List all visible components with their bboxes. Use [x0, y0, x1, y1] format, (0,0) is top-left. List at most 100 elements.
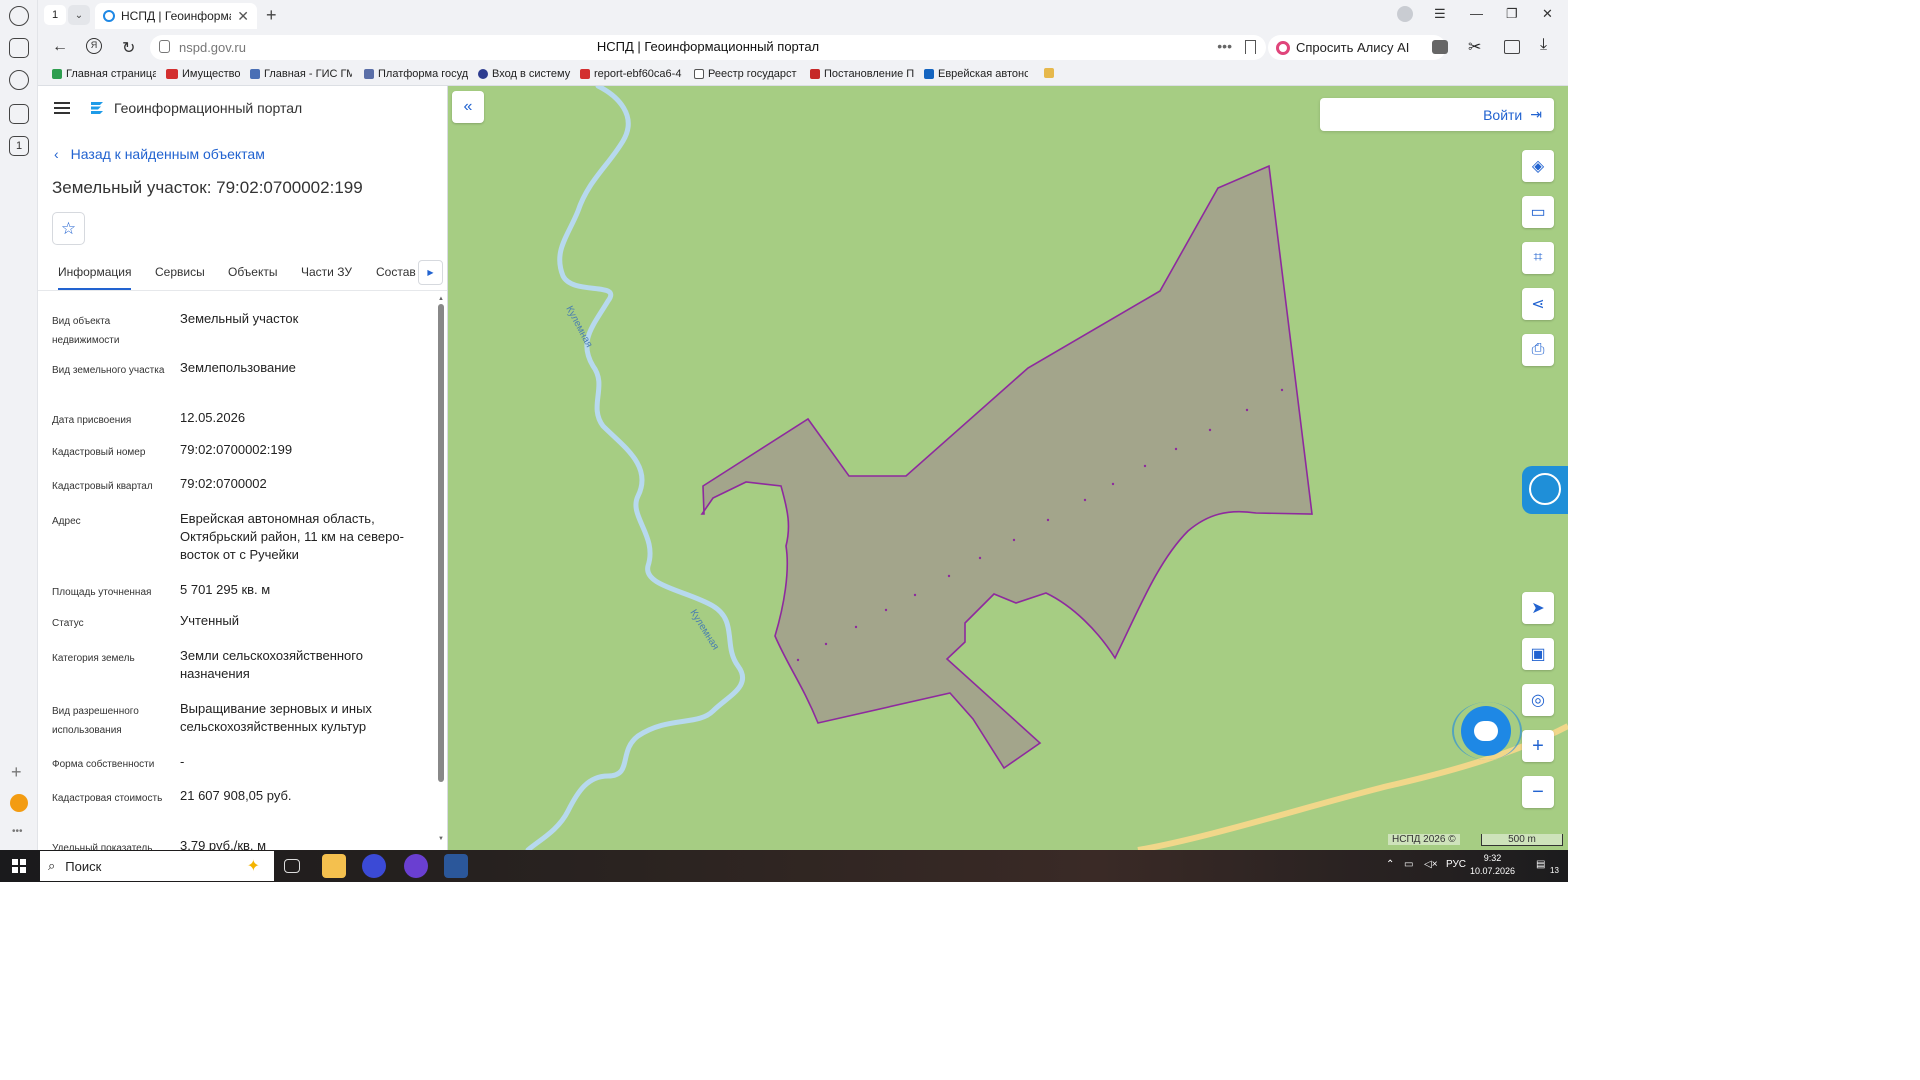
help-button[interactable]: [1522, 466, 1568, 514]
measure-button[interactable]: ▭: [1522, 196, 1554, 228]
login-icon: ⇥: [1530, 106, 1542, 122]
bookmarks-bar: Главная страница Имущество Главная - ГИС…: [38, 64, 1568, 86]
reading-list-icon[interactable]: [1504, 40, 1520, 54]
area-search-button[interactable]: ⌗: [1522, 242, 1554, 274]
ruler-icon: ▭: [1530, 204, 1546, 221]
tab-parts[interactable]: Части ЗУ: [301, 265, 352, 288]
geolocation-button[interactable]: ➤: [1522, 592, 1554, 624]
language-indicator[interactable]: РУС: [1446, 859, 1466, 870]
favorite-button[interactable]: ☆: [52, 212, 85, 245]
browser-sidebar: 1 + •••: [0, 0, 38, 850]
tab-composition[interactable]: Состав: [376, 265, 416, 288]
collections-icon[interactable]: [9, 38, 29, 58]
bookmark-item[interactable]: report-ebf60ca6-4: [580, 68, 684, 80]
tabs-divider: [38, 290, 447, 291]
coordinate-search-button[interactable]: ◎: [1522, 684, 1554, 716]
url-field[interactable]: nspd.gov.ru НСПД | Геоинформационный пор…: [150, 35, 1266, 60]
minimap-button[interactable]: ▣: [1522, 638, 1554, 670]
more-icon[interactable]: •••: [1217, 38, 1232, 54]
bookmark-item[interactable]: Еврейская автонс: [924, 68, 1028, 80]
hamburger-menu-icon[interactable]: [54, 102, 70, 114]
search-label: Поиск: [65, 858, 102, 874]
download-icon[interactable]: ⤓: [1540, 36, 1556, 53]
scroll-up-icon[interactable]: ▲: [438, 296, 444, 302]
chevron-down-icon[interactable]: ⌄: [68, 5, 90, 25]
file-explorer-icon[interactable]: [322, 854, 346, 878]
collapse-panel-button[interactable]: «: [452, 91, 484, 123]
notification-count: 13: [1550, 866, 1559, 875]
tab-info[interactable]: Информация: [58, 265, 132, 290]
tab-services[interactable]: Сервисы: [155, 265, 205, 288]
bookmark-item[interactable]: Постановление П: [810, 68, 914, 80]
bookmark-item[interactable]: Имущество: [166, 68, 244, 80]
close-window-icon[interactable]: ✕: [1542, 6, 1553, 22]
screenshot-icon[interactable]: [9, 104, 29, 124]
chat-icon: [1461, 706, 1511, 756]
login-button[interactable]: Войти ⇥: [1483, 106, 1542, 123]
land-parcel: [700, 164, 1313, 770]
star-icon: ☆: [60, 218, 77, 238]
login-bar: Войти ⇥: [1320, 98, 1554, 131]
tab-counter[interactable]: 1: [44, 5, 66, 25]
folder-icon[interactable]: [1044, 68, 1056, 78]
river-label: Кулемная: [687, 608, 720, 652]
chat-button[interactable]: [1452, 702, 1522, 760]
history-icon[interactable]: [9, 6, 29, 26]
scale-bar: 500 m: [1481, 834, 1563, 846]
scrollbar-thumb[interactable]: [438, 304, 444, 782]
plus-icon: +: [1532, 734, 1544, 757]
bookmark-item[interactable]: Вход в систему: [478, 68, 572, 80]
restore-icon[interactable]: ❐: [1506, 6, 1518, 22]
sparkle-icon: ✦: [246, 858, 260, 875]
reload-icon[interactable]: ↻: [122, 38, 135, 58]
bookmark-item[interactable]: Главная - ГИС ГМ: [250, 68, 352, 80]
tabs-next-button[interactable]: ▶: [418, 260, 443, 285]
zoom-in-button[interactable]: +: [1522, 730, 1554, 762]
add-panel-icon[interactable]: +: [11, 762, 22, 783]
messenger-icon[interactable]: [404, 854, 428, 878]
yandex-browser-icon[interactable]: [362, 854, 386, 878]
minimap-icon: ▣: [1530, 646, 1546, 663]
active-tab[interactable]: НСПД | Геоинформаци ✕: [95, 3, 257, 29]
new-tab-icon[interactable]: +: [266, 5, 277, 26]
clock[interactable]: 9:32 10.07.2026: [1470, 852, 1515, 878]
menu-icon[interactable]: ☰: [1434, 6, 1446, 22]
network-icon[interactable]: ▭: [1404, 859, 1413, 870]
tab-objects[interactable]: Объекты: [228, 265, 278, 288]
extension-icon[interactable]: [1432, 40, 1448, 54]
workspace-icon[interactable]: 1: [9, 136, 29, 156]
taskbar-search[interactable]: ⌕ Поиск ✦: [40, 851, 274, 881]
bookmark-item[interactable]: Главная страница: [52, 68, 156, 80]
minimize-icon[interactable]: —: [1470, 6, 1483, 21]
bookmark-item[interactable]: Реестр государст: [694, 68, 798, 80]
back-icon[interactable]: ←: [52, 38, 68, 56]
yandex-icon[interactable]: Я: [86, 38, 102, 54]
mail-icon[interactable]: [10, 794, 28, 812]
bookmark-icon[interactable]: [1245, 40, 1256, 54]
bookmark-item[interactable]: Платформа госуд: [364, 68, 468, 80]
tools-icon[interactable]: ✂: [1468, 37, 1484, 56]
chevron-up-icon[interactable]: ⌃: [1386, 859, 1394, 870]
layers-button[interactable]: ◈: [1522, 150, 1554, 182]
river: [525, 86, 746, 850]
panel-scrollbar[interactable]: ▲ ▼: [438, 296, 445, 850]
notifications-icon[interactable]: ▤: [1536, 859, 1545, 870]
scroll-down-icon[interactable]: ▼: [438, 836, 444, 842]
back-to-results-link[interactable]: ‹ Назад к найденным объектам: [54, 146, 265, 162]
pin-search-icon: ◎: [1531, 692, 1545, 709]
more-icon[interactable]: •••: [12, 826, 23, 837]
share-button[interactable]: ⋖: [1522, 288, 1554, 320]
alice-button[interactable]: Спросить Алису AI: [1268, 35, 1446, 60]
profile-icon[interactable]: [1397, 6, 1413, 22]
task-view-icon[interactable]: [284, 859, 300, 873]
site-favicon-icon: [103, 10, 115, 22]
map-view[interactable]: Кулемная Кулемная « Войти ⇥ ◈ ▭ ⌗ ⋖ ⎙ ➤ …: [448, 86, 1568, 850]
video-icon[interactable]: [9, 70, 29, 90]
back-link-label: Назад к найденным объектам: [70, 146, 265, 162]
windows-start-icon[interactable]: [12, 859, 26, 873]
volume-icon[interactable]: ◁×: [1424, 859, 1438, 870]
print-button[interactable]: ⎙: [1522, 334, 1554, 366]
close-tab-icon[interactable]: ✕: [237, 8, 249, 25]
zoom-out-button[interactable]: −: [1522, 776, 1554, 808]
word-icon[interactable]: [444, 854, 468, 878]
